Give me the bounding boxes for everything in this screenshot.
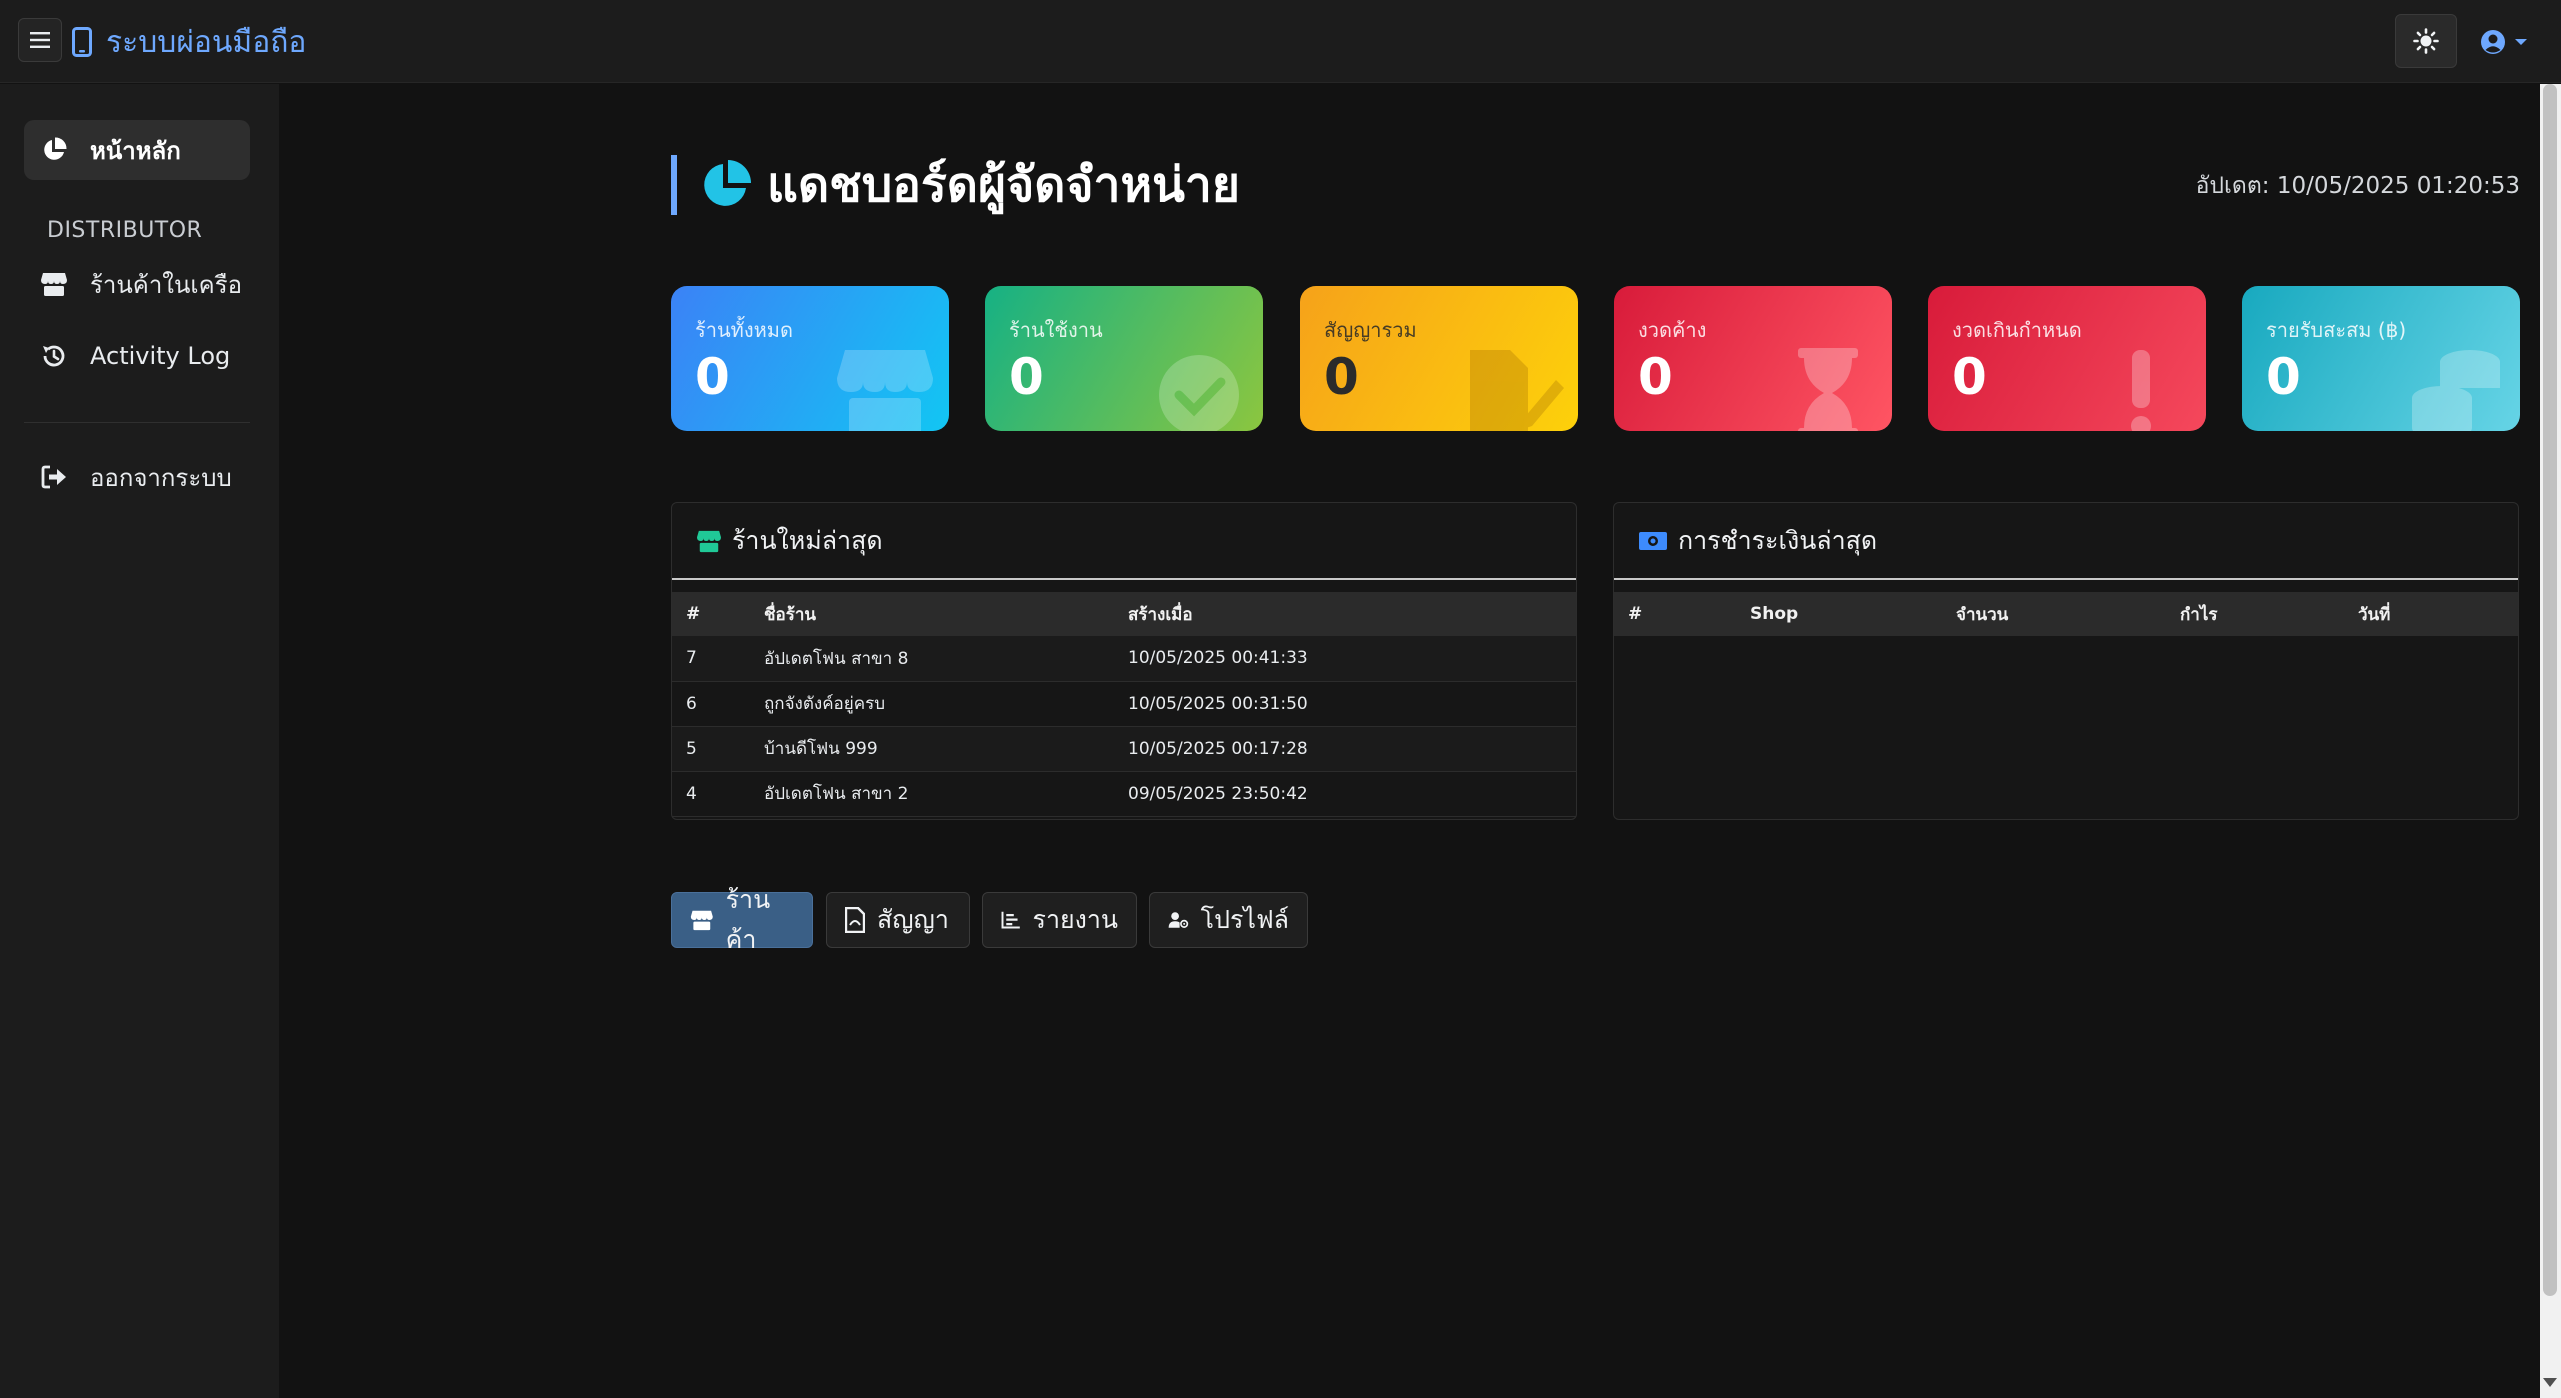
pie-chart-icon — [44, 137, 67, 160]
brand-link[interactable]: ระบบผ่อนมือถือ — [72, 20, 306, 64]
profile-button[interactable]: โปรไฟล์ — [1149, 892, 1308, 948]
top-navbar: ระบบผ่อนมือถือ — [0, 0, 2561, 83]
row-number: 7 — [686, 648, 697, 669]
store-icon — [697, 530, 721, 552]
panel-title: การชำระเงินล่าสุด — [1678, 525, 1878, 555]
sidebar-item-shops[interactable]: ร้านค้าในเครือ — [24, 254, 250, 314]
column-header: วันที่ — [2358, 604, 2391, 625]
file-pdf-icon — [845, 907, 865, 933]
hamburger-icon — [30, 32, 50, 48]
payments-header: การชำระเงินล่าสุด — [1614, 503, 2518, 580]
theme-toggle-button[interactable] — [2395, 14, 2457, 68]
shop-name: อัปเดตโฟน สาขา 2 — [764, 784, 909, 804]
coins-icon — [2412, 350, 2500, 431]
payments-panel: การชำระเงินล่าสุด # Shop จำนวน กำไร วันท… — [1613, 502, 2519, 820]
button-label: รายงาน — [1032, 905, 1118, 934]
brand-title: ระบบผ่อนมือถือ — [106, 24, 307, 60]
sidebar: หน้าหลัก DISTRIBUTOR ร้านค้าในเครือ Acti… — [0, 84, 279, 1398]
button-label: สัญญา — [877, 905, 949, 934]
row-number: 5 — [686, 738, 697, 759]
scroll-down-arrow-icon[interactable] — [2543, 1378, 2557, 1387]
shop-name: บ้านดีโฟน 999 — [764, 739, 878, 759]
mobile-phone-icon — [72, 27, 92, 57]
new-shops-table: # ชื่อร้าน สร้างเมื่อ 7 อัปเดตโฟน สาขา 8… — [672, 592, 1576, 817]
user-cog-icon — [1168, 912, 1189, 928]
sidebar-item-logout[interactable]: ออกจากระบบ — [24, 447, 250, 507]
contracts-button[interactable]: สัญญา — [826, 892, 970, 948]
sidebar-item-home[interactable]: หน้าหลัก — [24, 120, 250, 180]
sidebar-item-label: ออกจากระบบ — [90, 463, 232, 492]
chart-bar-icon — [1001, 911, 1020, 929]
store-icon — [690, 910, 713, 931]
table-row: 7 อัปเดตโฟน สาขา 8 10/05/2025 00:41:33 — [672, 636, 1576, 681]
column-header: Shop — [1750, 604, 1799, 624]
caret-down-icon — [2515, 39, 2527, 45]
new-shops-header: ร้านใหม่ล่าสุด — [672, 503, 1576, 580]
shop-name: อัปเดตโฟน สาขา 8 — [764, 648, 909, 669]
sign-out-icon — [41, 465, 66, 489]
row-number: 6 — [686, 693, 697, 714]
last-updated-text: อัปเดต: 10/05/2025 01:20:53 — [2195, 173, 2520, 199]
user-menu-button[interactable] — [2474, 22, 2534, 62]
page-title: แดชบอร์ดผู้จัดจำหน่าย — [767, 157, 1240, 213]
stat-card-overdue-installments: งวดเกินกำหนด 0 — [1928, 286, 2206, 431]
user-circle-icon — [2481, 30, 2505, 54]
sidebar-item-label: หน้าหลัก — [90, 136, 181, 165]
table-row: 5 บ้านดีโฟน 999 10/05/2025 00:17:28 — [672, 726, 1576, 771]
stat-card-contracts: สัญญารวม 0 — [1300, 286, 1578, 431]
page-heading: แดชบอร์ดผู้จัดจำหน่าย — [671, 155, 1240, 215]
column-header: # — [686, 604, 701, 624]
column-header: กำไร — [2180, 604, 2218, 625]
file-signature-icon — [1470, 350, 1564, 431]
sidebar-divider — [24, 422, 250, 423]
created-at: 10/05/2025 00:17:28 — [1128, 738, 1308, 759]
stat-card-pending-installments: งวดค้าง 0 — [1614, 286, 1892, 431]
shops-button[interactable]: ร้านค้า — [671, 885, 813, 954]
check-circle-icon — [1159, 355, 1239, 431]
created-at: 10/05/2025 00:31:50 — [1128, 693, 1308, 714]
created-at: 10/05/2025 00:41:33 — [1128, 648, 1308, 669]
column-header: # — [1628, 604, 1643, 624]
new-shops-panel: ร้านใหม่ล่าสุด # ชื่อร้าน สร้างเมื่อ 7 อ… — [671, 502, 1577, 820]
money-bill-icon — [1639, 531, 1667, 550]
reports-button[interactable]: รายงาน — [982, 892, 1137, 948]
button-label: ร้านค้า — [725, 885, 771, 954]
table-header-row: # Shop จำนวน กำไร วันที่ — [1614, 592, 2518, 636]
sidebar-item-label: ร้านค้าในเครือ — [90, 270, 242, 299]
pie-chart-icon — [704, 160, 751, 206]
hourglass-icon — [1798, 348, 1858, 431]
panel-title: ร้านใหม่ล่าสุด — [732, 525, 883, 555]
created-at: 09/05/2025 23:50:42 — [1128, 783, 1308, 804]
column-header: จำนวน — [1956, 604, 2009, 625]
stat-card-total-shops: ร้านทั้งหมด 0 — [671, 286, 949, 431]
column-header: สร้างเมื่อ — [1128, 604, 1193, 625]
history-icon — [43, 345, 65, 367]
store-icon — [837, 350, 933, 431]
table-header-row: # ชื่อร้าน สร้างเมื่อ — [672, 592, 1576, 636]
sidebar-item-label: Activity Log — [90, 342, 231, 370]
payments-table: # Shop จำนวน กำไร วันที่ — [1614, 592, 2518, 636]
menu-toggle-button[interactable] — [18, 18, 62, 62]
table-row: 6 ถูกจังตังค์อยู่ครบ 10/05/2025 00:31:50 — [672, 681, 1576, 726]
row-number: 4 — [686, 783, 697, 804]
stat-card-total-income: รายรับสะสม (฿) 0 — [2242, 286, 2520, 431]
button-label: โปรไฟล์ — [1200, 905, 1289, 934]
stat-card-active-shops: ร้านใช้งาน 0 — [985, 286, 1263, 431]
exclamation-icon — [2131, 350, 2151, 431]
scrollbar-thumb[interactable] — [2543, 84, 2557, 1296]
sun-icon — [2413, 28, 2439, 54]
shop-name: ถูกจังตังค์อยู่ครบ — [764, 694, 886, 714]
sidebar-item-activity-log[interactable]: Activity Log — [24, 326, 250, 386]
table-row: 4 อัปเดตโฟน สาขา 2 09/05/2025 23:50:42 — [672, 771, 1576, 816]
sidebar-section-label: DISTRIBUTOR — [47, 218, 203, 243]
store-icon — [41, 273, 67, 296]
column-header: ชื่อร้าน — [764, 604, 817, 625]
